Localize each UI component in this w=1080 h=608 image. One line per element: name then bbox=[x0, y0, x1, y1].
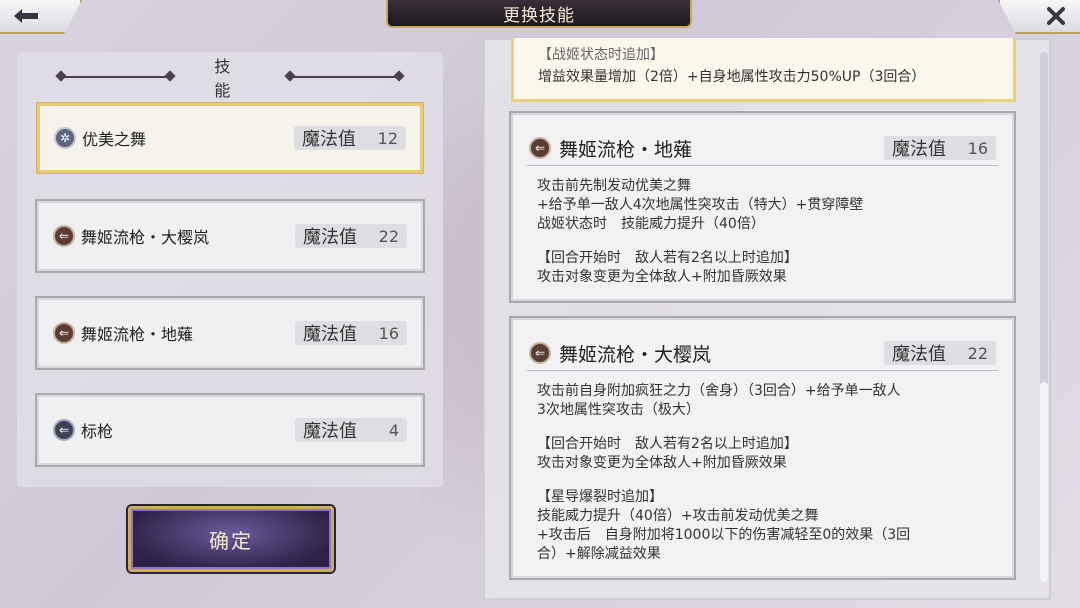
detail-card-partial: 【战姬状态时追加】 增益效果量增加（2倍）+自身地属性攻击力50%UP（3回合） bbox=[511, 38, 1016, 102]
mp-label: 魔法值 bbox=[303, 421, 357, 442]
arrow-icon: ⇐ bbox=[53, 322, 75, 344]
mp-box: 魔法值 16 bbox=[295, 321, 407, 345]
mp-value: 22 bbox=[378, 226, 399, 246]
title-plate: 更换技能 bbox=[386, 0, 692, 28]
detail-line: 【战姬状态时追加】 bbox=[538, 47, 664, 63]
close-button[interactable] bbox=[998, 0, 1080, 34]
detail-line: 战姬状态时 技能威力提升（40倍） bbox=[537, 216, 765, 232]
detail-line: 攻击前先制发动优美之舞 bbox=[537, 178, 691, 194]
skill-name: 舞姬流枪・大樱岚 bbox=[81, 228, 210, 247]
detail-line: 攻击前自身附加疯狂之力（舍身）（3回合）+给予单一敌人 bbox=[537, 383, 901, 399]
skill-name: 标枪 bbox=[81, 422, 114, 441]
skill-name: 优美之舞 bbox=[82, 130, 147, 149]
mp-value: 16 bbox=[378, 323, 399, 343]
skill-item-1[interactable]: ✲ 优美之舞 魔法值 12 bbox=[36, 102, 424, 174]
skill-item-2[interactable]: ⇐ 舞姬流枪・大樱岚 魔法值 22 bbox=[35, 199, 425, 273]
page-title: 更换技能 bbox=[503, 5, 575, 26]
top-bar: 更换技能 bbox=[0, 0, 1080, 34]
mp-label: 魔法值 bbox=[892, 139, 946, 160]
flower-icon: ✲ bbox=[54, 127, 76, 149]
mp-box: 魔法值 12 bbox=[294, 126, 406, 150]
arrow-icon: ⇐ bbox=[53, 225, 75, 247]
skill-name: 舞姬流枪・地薙 bbox=[81, 325, 194, 344]
confirm-button[interactable]: 确定 bbox=[128, 506, 334, 572]
close-icon bbox=[1047, 7, 1065, 25]
detail-card-1: ⇐ 舞姬流枪・地薙 魔法值 16 攻击前先制发动优美之舞 +给予单一敌人4次地属… bbox=[509, 111, 1016, 303]
detail-line: 【回合开始时 敌人若有2名以上时追加】 bbox=[537, 436, 798, 452]
detail-line: 攻击对象变更为全体敌人+附加昏厥效果 bbox=[537, 269, 787, 285]
mp-value: 22 bbox=[967, 343, 988, 363]
detail-card-2: ⇐ 舞姬流枪・大樱岚 魔法值 22 攻击前自身附加疯狂之力（舍身）（3回合）+给… bbox=[509, 316, 1016, 580]
mp-value: 12 bbox=[377, 128, 398, 148]
card-header: ⇐ 舞姬流枪・地薙 魔法值 16 bbox=[529, 135, 996, 161]
detail-line: 3次地属性突攻击（极大） bbox=[537, 402, 700, 418]
scrollbar-thumb[interactable] bbox=[1040, 382, 1048, 582]
card-description: 攻击前先制发动优美之舞 +给予单一敌人4次地属性突攻击（特大）+贯穿障壁 战姬状… bbox=[537, 177, 992, 287]
detail-line: +给予单一敌人4次地属性突攻击（特大）+贯穿障壁 bbox=[537, 197, 864, 213]
card-header: ⇐ 舞姬流枪・大樱岚 魔法值 22 bbox=[529, 340, 996, 366]
skill-list-header: 技能 bbox=[17, 57, 443, 100]
card-title: 舞姬流枪・大樱岚 bbox=[559, 343, 712, 366]
mp-value: 16 bbox=[967, 138, 988, 158]
skill-list-title: 技能 bbox=[214, 57, 231, 100]
confirm-label: 确定 bbox=[209, 528, 253, 553]
detail-line: 增益效果量增加（2倍）+自身地属性攻击力50%UP（3回合） bbox=[538, 69, 926, 85]
header-ornament-left bbox=[61, 76, 171, 78]
arrow-icon: ⇐ bbox=[529, 137, 551, 159]
header-ornament-right bbox=[289, 76, 400, 78]
card-divider bbox=[527, 370, 998, 371]
skill-item-4[interactable]: ⇐ 标枪 魔法值 4 bbox=[35, 393, 425, 467]
mp-value: 4 bbox=[388, 420, 399, 440]
detail-line: 技能威力提升（40倍）+攻击前发动优美之舞 bbox=[537, 508, 819, 524]
mp-label: 魔法值 bbox=[892, 344, 946, 365]
arrow-icon: ⇐ bbox=[529, 342, 551, 364]
detail-line: +攻击后 自身附加将1000以下的伤害减轻至0的效果（3回 bbox=[537, 527, 911, 543]
back-arrow-icon bbox=[14, 9, 38, 23]
mp-box: 魔法值 22 bbox=[295, 224, 407, 248]
detail-line: 【回合开始时 敌人若有2名以上时追加】 bbox=[537, 250, 798, 266]
mp-label: 魔法值 bbox=[303, 324, 357, 345]
mp-box: 魔法值 22 bbox=[884, 341, 996, 365]
mp-label: 魔法值 bbox=[303, 227, 357, 248]
mp-box: 魔法值 16 bbox=[884, 136, 996, 160]
back-button[interactable] bbox=[0, 0, 82, 34]
mp-label: 魔法值 bbox=[302, 129, 356, 150]
detail-line: 【星导爆裂时追加】 bbox=[537, 489, 663, 505]
card-divider bbox=[527, 165, 998, 166]
card-description: 攻击前自身附加疯狂之力（舍身）（3回合）+给予单一敌人 3次地属性突攻击（极大）… bbox=[537, 382, 992, 564]
detail-line: 合）+解除减益效果 bbox=[537, 546, 661, 562]
spear-icon: ⇐ bbox=[53, 419, 75, 441]
detail-scrollbar[interactable] bbox=[1040, 52, 1048, 582]
detail-line: 攻击对象变更为全体敌人+附加昏厥效果 bbox=[537, 455, 787, 471]
card-title: 舞姬流枪・地薙 bbox=[559, 138, 693, 161]
skill-item-3[interactable]: ⇐ 舞姬流枪・地薙 魔法值 16 bbox=[35, 296, 425, 370]
mp-box: 魔法值 4 bbox=[295, 418, 407, 442]
